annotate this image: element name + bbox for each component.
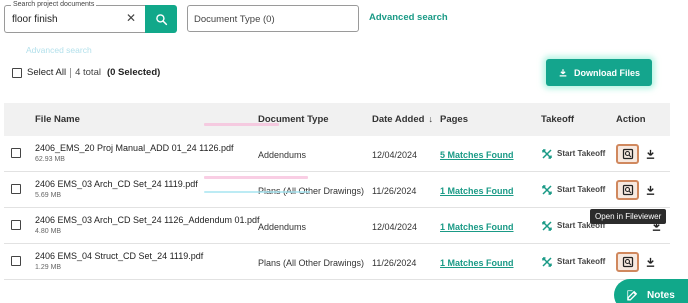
start-takeoff-label: Start Takeoff [557, 257, 606, 266]
documents-table: File Name Document Type Date Added ↓ Page… [4, 103, 670, 280]
start-takeoff-button[interactable]: Start Takeoff [541, 256, 616, 268]
close-icon[interactable]: ✕ [126, 11, 136, 25]
file-size: 4.80 MB [35, 228, 62, 235]
table-row: 2406 EMS_03 Arch_CD Set_24 1126_Addendum… [4, 208, 670, 244]
highlight-mark [204, 123, 279, 126]
selected-count: (0 Selected) [106, 67, 161, 78]
start-takeoff-button[interactable]: Start Takeoff [541, 184, 616, 196]
document-type: Addendums [258, 221, 307, 232]
file-viewer-icon [622, 256, 633, 267]
sort-down-icon: ↓ [428, 114, 433, 124]
date-added: 11/26/2024 [372, 257, 417, 268]
row-checkbox[interactable] [11, 219, 21, 230]
file-size: 62.93 MB [35, 156, 65, 163]
file-name[interactable]: 2406_EMS_20 Proj Manual_ADD 01_24 1126.p… [35, 143, 258, 154]
header-pages[interactable]: Pages [440, 114, 541, 125]
date-added: 12/04/2024 [372, 221, 418, 232]
download-icon [559, 68, 567, 77]
start-takeoff-label: Start Takeoff [557, 149, 606, 158]
search-button[interactable] [145, 5, 177, 33]
total-count: 4 total [75, 67, 101, 78]
open-in-fileviewer-button[interactable] [616, 251, 639, 272]
select-all-label: Select All [27, 67, 67, 78]
table-row: 2406 EMS_03 Arch_CD Set_24 1119.pdf 5.69… [4, 172, 670, 208]
matches-link[interactable]: 1 Matches Found [440, 222, 514, 232]
matches-link[interactable]: 1 Matches Found [440, 258, 514, 268]
search-icon [155, 13, 167, 25]
date-added: 11/26/2024 [372, 185, 417, 196]
advanced-search-link[interactable]: Advanced search [369, 12, 448, 23]
row-checkbox[interactable] [11, 183, 21, 194]
matches-link[interactable]: 5 Matches Found [440, 150, 514, 160]
download-icon[interactable] [645, 148, 656, 160]
document-type: Plans (All Other Drawings) [258, 257, 365, 268]
takeoff-icon [542, 220, 552, 231]
notes-button[interactable]: Notes [614, 279, 688, 303]
header-date-added[interactable]: Date Added ↓ [372, 114, 440, 125]
advanced-search-ghost: Advanced search [26, 45, 92, 55]
date-added: 12/04/2024 [372, 149, 418, 160]
takeoff-icon [542, 184, 552, 195]
takeoff-icon [542, 256, 552, 267]
table-row: 2406_EMS_20 Proj Manual_ADD 01_24 1126.p… [4, 136, 670, 172]
tooltip-open-in-fileviewer: Open in Fileviewer [590, 209, 667, 224]
search-input[interactable]: Search project documents floor finish ✕ [4, 0, 145, 33]
start-takeoff-label: Start Takeoff [557, 185, 606, 194]
row-checkbox[interactable] [11, 147, 21, 158]
table-row: 2406 EMS_04 Struct_CD Set_24 1119.pdf 1.… [4, 244, 670, 280]
open-in-fileviewer-button[interactable] [616, 143, 639, 164]
select-all-checkbox[interactable] [12, 67, 22, 78]
file-viewer-icon [622, 184, 633, 195]
highlight-mark [204, 176, 308, 179]
file-viewer-icon [622, 148, 633, 159]
document-type-filter[interactable]: Document Type (0) [187, 5, 359, 32]
document-type: Addendums [258, 149, 307, 160]
file-name[interactable]: 2406 EMS_03 Arch_CD Set_24 1126_Addendum… [35, 215, 260, 226]
search-legend: Search project documents [11, 0, 97, 9]
file-name[interactable]: 2406 EMS_03 Arch_CD Set_24 1119.pdf [35, 179, 258, 190]
row-checkbox[interactable] [11, 255, 21, 266]
header-takeoff: Takeoff [541, 114, 575, 125]
download-icon[interactable] [645, 184, 656, 196]
table-header: File Name Document Type Date Added ↓ Page… [4, 103, 670, 136]
takeoff-icon [542, 148, 552, 159]
download-icon[interactable] [645, 256, 656, 268]
header-action: Action [616, 114, 646, 125]
open-in-fileviewer-button[interactable] [616, 179, 639, 200]
header-date-label: Date Added [372, 114, 425, 125]
edit-icon [627, 289, 638, 300]
start-takeoff-button[interactable]: Start Takeoff [541, 148, 616, 160]
file-name[interactable]: 2406 EMS_04 Struct_CD Set_24 1119.pdf [35, 251, 258, 262]
highlight-mark [204, 191, 310, 193]
matches-link[interactable]: 1 Matches Found [440, 186, 514, 196]
selection-bar: Select All 4 total (0 Selected) [12, 67, 160, 78]
download-files-button[interactable]: Download Files [546, 59, 652, 86]
document-type-label: Document Type (0) [194, 14, 275, 25]
search-value[interactable]: floor finish [12, 14, 58, 25]
download-files-label: Download Files [573, 67, 640, 78]
file-size: 1.29 MB [35, 264, 62, 271]
divider [70, 67, 72, 78]
notes-label: Notes [647, 289, 675, 301]
